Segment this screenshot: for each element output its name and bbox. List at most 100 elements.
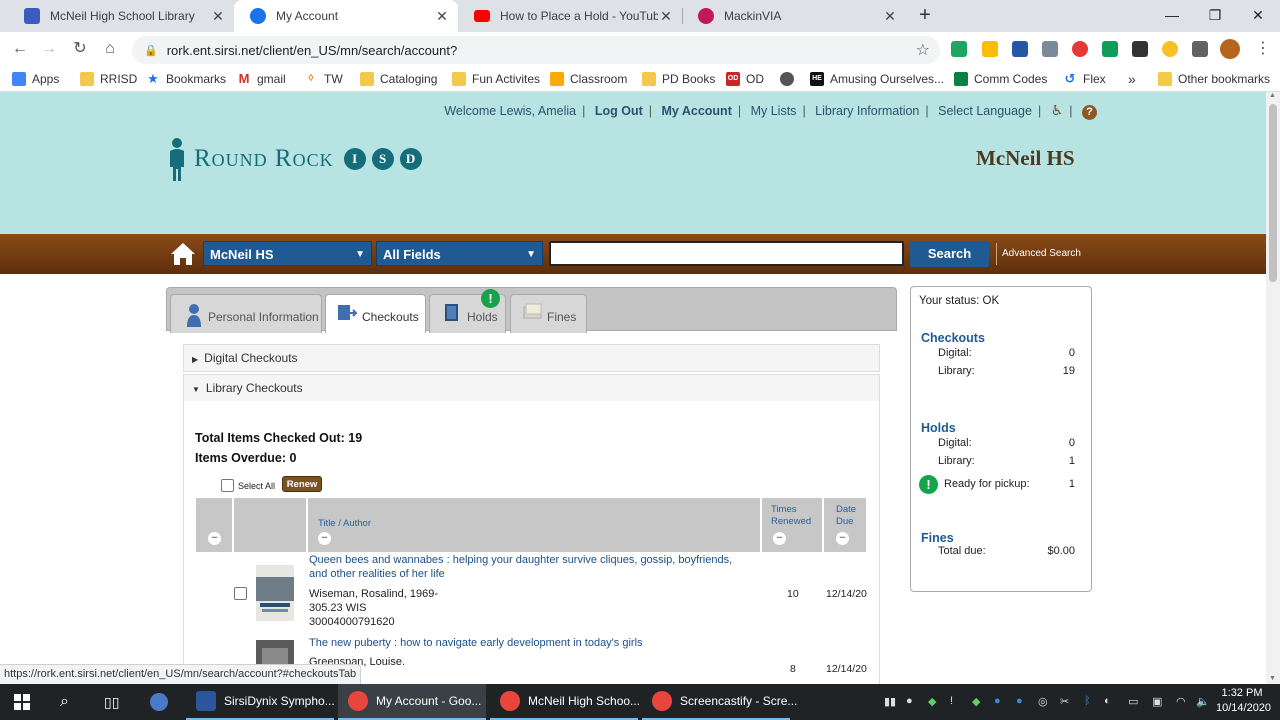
accessibility-icon[interactable]: ♿ bbox=[1051, 102, 1064, 118]
bookmark-comm-codes[interactable]: Comm Codes bbox=[954, 70, 1047, 88]
new-tab-button[interactable]: + bbox=[914, 4, 936, 26]
extension-icon[interactable] bbox=[1072, 41, 1088, 57]
item-title-link[interactable]: Queen bees and wannabes : helping your d… bbox=[309, 553, 749, 581]
column-label[interactable]: Title / Author bbox=[318, 518, 371, 529]
bookmark-pd-books[interactable]: PD Books bbox=[642, 70, 715, 88]
bluetooth-icon[interactable]: ᛒ bbox=[1084, 695, 1091, 707]
holds-heading[interactable]: Holds bbox=[921, 421, 956, 435]
help-icon[interactable]: ? bbox=[1082, 105, 1097, 120]
avatar[interactable] bbox=[1220, 39, 1240, 59]
forward-arrow-icon[interactable]: → bbox=[38, 38, 60, 60]
tab-fines[interactable]: Fines bbox=[510, 294, 587, 333]
system-clock[interactable]: 1:32 PM 10/14/2020 bbox=[1216, 686, 1271, 716]
reload-icon[interactable]: ↻ bbox=[69, 38, 91, 60]
bookmark-globe[interactable] bbox=[780, 70, 800, 88]
more-bookmarks-button[interactable]: » bbox=[1128, 70, 1136, 88]
collapse-column-icon[interactable]: − bbox=[208, 532, 221, 545]
grid-extension-icon[interactable] bbox=[1132, 41, 1148, 57]
search-icon[interactable]: ⌕ bbox=[60, 684, 69, 720]
column-label[interactable]: Date Due bbox=[836, 504, 862, 528]
back-arrow-icon[interactable]: ← bbox=[9, 38, 31, 60]
scroll-down-icon[interactable]: ▼ bbox=[1269, 675, 1276, 682]
bookmark-flex[interactable]: ↺ Flex bbox=[1063, 70, 1106, 88]
taskbar-app-sirsidynix[interactable]: SirsiDynix Sympho... bbox=[186, 684, 335, 720]
task-view-icon[interactable]: ▯▯ bbox=[104, 684, 119, 720]
tray-icon[interactable]: ▮▮ bbox=[884, 695, 896, 708]
scroll-up-icon[interactable]: ▲ bbox=[1269, 92, 1276, 99]
close-icon[interactable]: ✕ bbox=[882, 8, 898, 25]
extension-icon[interactable] bbox=[1012, 41, 1028, 57]
browser-tab-my-account[interactable]: My Account ✕ bbox=[234, 0, 458, 32]
bookmark-cataloging[interactable]: Cataloging bbox=[360, 70, 437, 88]
address-bar[interactable]: 🔒 rork.ent.sirsi.net/client/en_US/mn/sea… bbox=[132, 36, 940, 64]
search-input[interactable] bbox=[549, 241, 904, 266]
restore-button[interactable]: ❐ bbox=[1193, 0, 1237, 30]
bookmark-bookmarks[interactable]: ★ Bookmarks bbox=[146, 70, 226, 88]
bookmark-od[interactable]: OD OD bbox=[726, 70, 764, 88]
extension-icon[interactable] bbox=[1102, 41, 1118, 57]
digital-checkouts-toggle[interactable]: ▶ Digital Checkouts bbox=[183, 344, 880, 372]
drive-icon[interactable] bbox=[982, 41, 998, 57]
my-lists-link[interactable]: My Lists bbox=[751, 104, 797, 118]
library-information-link[interactable]: Library Information bbox=[815, 104, 919, 118]
close-icon[interactable]: ✕ bbox=[210, 8, 226, 25]
collapse-column-icon[interactable]: − bbox=[836, 532, 849, 545]
renew-button[interactable]: Renew bbox=[282, 476, 322, 492]
select-language-link[interactable]: Select Language bbox=[938, 104, 1032, 118]
search-button[interactable]: Search bbox=[910, 241, 989, 267]
close-window-button[interactable]: ✕ bbox=[1236, 0, 1280, 30]
home-icon[interactable] bbox=[170, 242, 196, 266]
browser-tab-youtube[interactable]: How to Place a Hold - YouTube ✕ bbox=[458, 0, 682, 32]
library-checkouts-toggle[interactable]: ▼ Library Checkouts bbox=[183, 374, 880, 402]
tray-icon[interactable]: ✂ bbox=[1060, 695, 1069, 708]
taskbar-app-screencastify[interactable]: Screencastify - Scre... bbox=[642, 684, 797, 720]
log-out-link[interactable]: Log Out bbox=[595, 104, 643, 118]
shield-icon[interactable]: ◆ bbox=[928, 695, 936, 708]
puzzle-icon[interactable] bbox=[1192, 41, 1208, 57]
tray-icon[interactable]: ● bbox=[1016, 695, 1023, 707]
bookmark-gmail[interactable]: Mgmail bbox=[237, 70, 286, 88]
extension-icon[interactable] bbox=[951, 41, 967, 57]
collapse-column-icon[interactable]: − bbox=[318, 532, 331, 545]
scrollbar-thumb[interactable] bbox=[1269, 104, 1277, 282]
tray-icon[interactable]: ◐ bbox=[1104, 695, 1111, 707]
minimize-button[interactable]: — bbox=[1150, 0, 1194, 30]
bookmark-apps[interactable]: Apps bbox=[12, 70, 59, 88]
browser-tab-mackinvia[interactable]: MackinVIA ✕ bbox=[682, 0, 906, 32]
wifi-icon[interactable]: ◠ bbox=[1176, 695, 1186, 708]
home-icon[interactable]: ⌂ bbox=[99, 38, 121, 60]
round-rock-isd-logo[interactable]: Round Rock I S D bbox=[166, 136, 428, 182]
book-cover-image[interactable] bbox=[256, 565, 294, 621]
kebab-menu-icon[interactable]: ⋮ bbox=[1252, 38, 1274, 60]
tray-icon[interactable]: ◆ bbox=[972, 695, 980, 708]
battery-icon[interactable]: ▭ bbox=[1128, 695, 1138, 708]
close-icon[interactable]: ✕ bbox=[658, 8, 674, 25]
bookmark-rrisd[interactable]: RRISD bbox=[80, 70, 137, 88]
select-all[interactable]: Select All bbox=[221, 479, 275, 492]
browser-tab-library[interactable]: McNeil High School Library ✕ bbox=[8, 0, 234, 32]
bookmark-tw[interactable]: ◊ TW bbox=[304, 70, 343, 88]
taskbar-app-my-account[interactable]: My Account - Goo... bbox=[338, 684, 486, 720]
tray-icon[interactable]: ◎ bbox=[1038, 695, 1048, 708]
emoji-extension-icon[interactable] bbox=[1162, 41, 1178, 57]
bookmark-amusing-ourselves[interactable]: HE Amusing Ourselves... bbox=[810, 70, 944, 88]
microphone-icon[interactable]: ● bbox=[906, 695, 913, 707]
tray-icon[interactable]: ! bbox=[950, 695, 953, 707]
tray-icon[interactable]: ● bbox=[994, 695, 1001, 707]
volume-icon[interactable]: 🔈 bbox=[1196, 695, 1210, 708]
column-label[interactable]: Times Renewed bbox=[771, 504, 819, 528]
advanced-search-link[interactable]: Advanced Search bbox=[996, 243, 1081, 265]
extension-icon[interactable] bbox=[1042, 41, 1058, 57]
close-icon[interactable]: ✕ bbox=[434, 8, 450, 25]
windows-start-icon[interactable] bbox=[14, 684, 30, 720]
page-scrollbar[interactable]: ▲ ▼ bbox=[1266, 92, 1280, 684]
select-all-checkbox[interactable] bbox=[221, 479, 234, 492]
bookmark-fun-activites[interactable]: Fun Activites bbox=[452, 70, 540, 88]
collapse-column-icon[interactable]: − bbox=[773, 532, 786, 545]
row-checkbox[interactable] bbox=[234, 587, 247, 600]
bookmark-other-bookmarks[interactable]: Other bookmarks bbox=[1158, 70, 1270, 88]
item-title-link[interactable]: The new puberty : how to navigate early … bbox=[309, 636, 749, 650]
tab-personal-information[interactable]: Personal Information bbox=[170, 294, 322, 333]
bookmark-star-icon[interactable]: ☆ bbox=[916, 40, 930, 60]
tab-checkouts[interactable]: Checkouts bbox=[325, 294, 426, 333]
